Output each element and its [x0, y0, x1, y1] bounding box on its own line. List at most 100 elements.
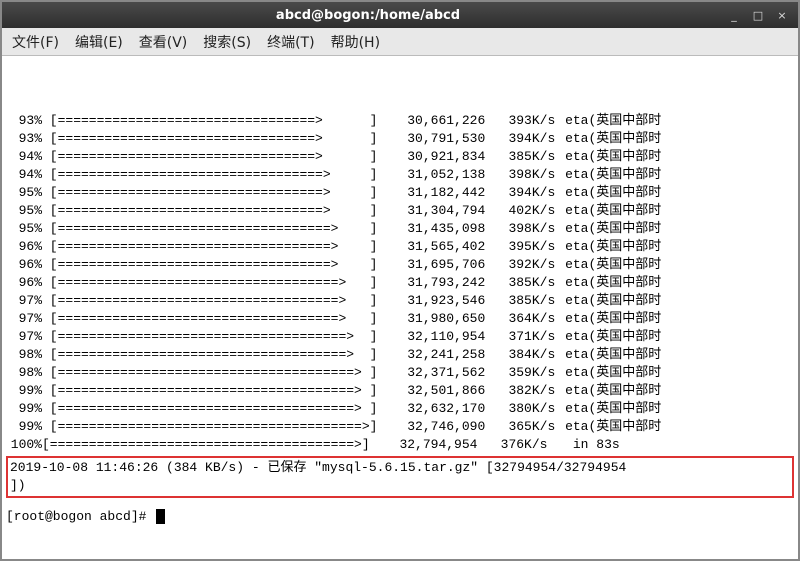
progress-eta: eta(英国中部时 [555, 166, 661, 184]
download-complete-box: 2019-10-08 11:46:26 (384 KB/s) - 已保存 "my… [6, 456, 794, 498]
progress-percent: 100% [6, 436, 42, 454]
progress-bar: [======================================>… [42, 364, 385, 382]
window-controls: _ □ × [724, 7, 798, 23]
progress-bytes: 31,435,098 [385, 220, 485, 238]
progress-row: 97% [===================================… [6, 310, 794, 328]
progress-row: 98% [===================================… [6, 346, 794, 364]
maximize-button[interactable]: □ [748, 7, 768, 23]
progress-speed: 359K/s [485, 364, 555, 382]
menu-terminal[interactable]: 终端(T) [267, 32, 314, 52]
progress-percent: 95% [6, 184, 42, 202]
progress-speed: 393K/s [485, 112, 555, 130]
menu-edit[interactable]: 编辑(E) [75, 32, 123, 52]
progress-bar: [==================================> ] [42, 202, 385, 220]
menu-view[interactable]: 查看(V) [139, 32, 188, 52]
progress-row: 99% [===================================… [6, 382, 794, 400]
progress-eta: eta(英国中部时 [555, 400, 661, 418]
progress-speed: 371K/s [485, 328, 555, 346]
progress-speed: 385K/s [485, 148, 555, 166]
progress-eta: eta(英国中部时 [555, 112, 661, 130]
progress-speed: 365K/s [485, 418, 555, 436]
progress-row: 100%[===================================… [6, 436, 794, 454]
progress-eta: eta(英国中部时 [555, 202, 661, 220]
progress-eta: eta(英国中部时 [555, 310, 661, 328]
progress-bar: [======================================>… [42, 382, 385, 400]
progress-percent: 93% [6, 112, 42, 130]
progress-bar: [===================================> ] [42, 220, 385, 238]
maximize-icon: □ [753, 9, 763, 22]
progress-percent: 95% [6, 202, 42, 220]
progress-bar: [====================================> ] [42, 274, 385, 292]
prompt-line[interactable]: [root@bogon abcd]# [6, 508, 794, 526]
titlebar[interactable]: abcd@bogon:/home/abcd _ □ × [2, 2, 798, 28]
progress-eta: eta(英国中部时 [555, 364, 661, 382]
progress-bytes: 31,923,546 [385, 292, 485, 310]
menubar: 文件(F) 编辑(E) 查看(V) 搜索(S) 终端(T) 帮助(H) [2, 28, 798, 56]
progress-percent: 96% [6, 274, 42, 292]
saved-line-2: ]) [10, 477, 790, 495]
close-icon: × [777, 9, 786, 22]
saved-line-1: 2019-10-08 11:46:26 (384 KB/s) - 已保存 "my… [10, 459, 790, 477]
terminal-output[interactable]: 93% [=================================> … [2, 56, 798, 559]
progress-percent: 98% [6, 364, 42, 382]
progress-bar: [=====================================> … [42, 328, 385, 346]
close-button[interactable]: × [772, 7, 792, 23]
progress-bytes: 30,791,530 [385, 130, 485, 148]
progress-speed: 385K/s [485, 274, 555, 292]
progress-speed: 376K/s [477, 436, 547, 454]
progress-bytes: 31,980,650 [385, 310, 485, 328]
progress-percent: 99% [6, 400, 42, 418]
minimize-button[interactable]: _ [724, 7, 744, 23]
progress-row: 96% [===================================… [6, 274, 794, 292]
progress-row: 99% [===================================… [6, 400, 794, 418]
progress-row: 95% [==================================>… [6, 202, 794, 220]
progress-speed: 398K/s [485, 166, 555, 184]
progress-bytes: 32,241,258 [385, 346, 485, 364]
minimize-icon: _ [731, 9, 737, 22]
progress-bytes: 30,661,226 [385, 112, 485, 130]
progress-bytes: 31,565,402 [385, 238, 485, 256]
progress-percent: 94% [6, 148, 42, 166]
progress-eta: eta(英国中部时 [555, 274, 661, 292]
progress-speed: 398K/s [485, 220, 555, 238]
progress-row: 93% [=================================> … [6, 130, 794, 148]
progress-percent: 99% [6, 382, 42, 400]
menu-file[interactable]: 文件(F) [12, 32, 59, 52]
menu-search[interactable]: 搜索(S) [203, 32, 251, 52]
progress-bar: [=======================================… [42, 418, 385, 436]
prompt-text: [root@bogon abcd]# [6, 509, 154, 524]
progress-eta: eta(英国中部时 [555, 292, 661, 310]
progress-bytes: 31,304,794 [385, 202, 485, 220]
progress-speed: 394K/s [485, 184, 555, 202]
menu-help[interactable]: 帮助(H) [331, 32, 380, 52]
progress-bytes: 31,793,242 [385, 274, 485, 292]
progress-speed: 385K/s [485, 292, 555, 310]
progress-bytes: 32,794,954 [377, 436, 477, 454]
progress-row: 97% [===================================… [6, 292, 794, 310]
progress-row: 95% [==================================>… [6, 184, 794, 202]
progress-bar: [====================================> ] [42, 292, 385, 310]
progress-eta: eta(英国中部时 [555, 148, 661, 166]
progress-speed: 384K/s [485, 346, 555, 364]
progress-speed: 394K/s [485, 130, 555, 148]
progress-speed: 380K/s [485, 400, 555, 418]
progress-percent: 97% [6, 328, 42, 346]
cursor-icon [156, 509, 165, 524]
progress-bar: [====================================> ] [42, 310, 385, 328]
progress-speed: 395K/s [485, 238, 555, 256]
progress-eta: eta(英国中部时 [555, 184, 661, 202]
progress-speed: 402K/s [485, 202, 555, 220]
progress-bytes: 32,501,866 [385, 382, 485, 400]
progress-eta: eta(英国中部时 [555, 328, 661, 346]
progress-percent: 93% [6, 130, 42, 148]
progress-speed: 364K/s [485, 310, 555, 328]
window-title: abcd@bogon:/home/abcd [12, 8, 724, 23]
progress-bar: [======================================>… [42, 400, 385, 418]
progress-bar: [===================================> ] [42, 238, 385, 256]
progress-percent: 94% [6, 166, 42, 184]
progress-percent: 97% [6, 310, 42, 328]
progress-eta: in 83s [547, 436, 619, 454]
progress-speed: 382K/s [485, 382, 555, 400]
progress-row: 93% [=================================> … [6, 112, 794, 130]
progress-bar: [=======================================… [42, 436, 377, 454]
